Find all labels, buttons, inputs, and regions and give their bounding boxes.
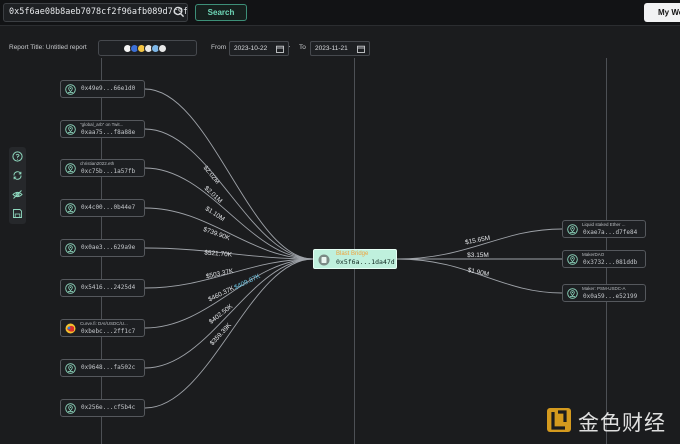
- address-node-in-8[interactable]: 0x9648...fa502c: [60, 359, 145, 377]
- address-icon: [65, 84, 76, 95]
- address-label: "global_arb" on Twit...: [80, 122, 124, 127]
- center-address-node[interactable]: Blast Bridge 0x5f6a...1da47d: [313, 249, 397, 269]
- center-node-label: Blast Bridge: [336, 251, 369, 257]
- curve-logo-icon: [65, 323, 76, 334]
- watermark: 金色财经: [544, 405, 674, 435]
- address-node-out-3[interactable]: Maker: PSM-USDC-A 0x0a59...e52199: [562, 284, 646, 302]
- address-icon: [65, 124, 76, 135]
- edge-amount-label: $3.15M: [467, 252, 489, 259]
- address-node-in-5[interactable]: 0x0ae3...629a9e: [60, 239, 145, 257]
- to-date-value: 2023-11-21: [315, 45, 348, 52]
- address-icon: [65, 163, 76, 174]
- save-icon[interactable]: [12, 208, 23, 219]
- address-value: 0x3732...081ddb: [583, 259, 638, 266]
- address-value: 0x0a59...e52199: [583, 293, 638, 300]
- search-icon[interactable]: [172, 5, 186, 19]
- address-icon: [65, 203, 76, 214]
- address-label: Liquid staked Ether ...: [582, 222, 626, 227]
- address-value: 0x49e9...66e1d0: [81, 85, 136, 92]
- address-label: Curve.fi: DAI/USDC/U...: [80, 321, 128, 326]
- search-button[interactable]: Search: [195, 4, 247, 21]
- address-label: christian2022.eth: [80, 161, 115, 166]
- top-bar: 0x5f6ae08b8aeb7078cf2f96afb089d7c9f51da4…: [0, 0, 680, 26]
- address-node-in-9[interactable]: 0x256e...cf5b4c: [60, 399, 145, 417]
- calendar-icon[interactable]: [357, 45, 365, 53]
- edge-amount-label: $2.01M: [203, 185, 224, 205]
- address-value: 0xae7a...d7fe84: [583, 229, 638, 236]
- my-workspace-button[interactable]: My Wo: [644, 3, 680, 22]
- address-icon: [567, 288, 578, 299]
- edge-amount-label: $739.90K: [202, 226, 231, 242]
- address-icon: [65, 243, 76, 254]
- flow-graph[interactable]: $2.02M $2.01M $1.10M $739.90K $521.70K $503.3…: [0, 0, 680, 444]
- address-value: 0xaa75...f8a88e: [81, 129, 136, 136]
- edge-amount-label: $503.37K: [205, 268, 234, 281]
- help-icon[interactable]: [12, 151, 23, 162]
- address-label: Maker: PSM-USDC-A: [582, 286, 626, 291]
- address-value: 0x4c00...0b44e7: [81, 204, 136, 211]
- address-node-in-6[interactable]: 0x5416...2425d4: [60, 279, 145, 297]
- to-label: To: [299, 44, 306, 51]
- address-value: 0x256e...cf5b4c: [81, 404, 136, 411]
- side-toolbar: [9, 147, 26, 224]
- inflow-edge[interactable]: [144, 258, 314, 409]
- address-icon: [567, 224, 578, 235]
- edge-amount-label: $521.70K: [204, 249, 233, 258]
- edge-amount-label: $2.02M: [202, 164, 221, 185]
- refresh-icon[interactable]: [12, 170, 23, 181]
- address-icon: [65, 363, 76, 374]
- address-value: 0x5416...2425d4: [81, 284, 136, 291]
- address-icon: [65, 403, 76, 414]
- edge-amount-label: $1.90M: [467, 267, 490, 278]
- address-icon: [65, 283, 76, 294]
- address-node-in-2[interactable]: "global_arb" on Twit... 0xaa75...f8a88e: [60, 120, 145, 138]
- from-date-input[interactable]: 2023-10-22: [229, 41, 289, 56]
- edge-amount-label: $1.10M: [204, 205, 226, 223]
- address-value: 0x0ae3...629a9e: [81, 244, 136, 251]
- address-node-out-2[interactable]: MakerDAO 0x3732...081ddb: [562, 250, 646, 268]
- inflow-edge[interactable]: [144, 167, 314, 260]
- watermark-text: 金色财经: [578, 411, 666, 435]
- address-node-in-4[interactable]: 0x4c00...0b44e7: [60, 199, 145, 217]
- edge-amount-label: $409.87K: [233, 273, 262, 292]
- calendar-icon[interactable]: [276, 45, 284, 53]
- address-value: 0x9648...fa502c: [81, 364, 136, 371]
- address-icon: [567, 254, 578, 265]
- from-label: From: [211, 44, 227, 51]
- address-node-in-7[interactable]: Curve.fi: DAI/USDC/U... 0xbebc...2ff1c7: [60, 319, 145, 337]
- edge-amount-label: $15.65M: [465, 235, 491, 247]
- to-date-input[interactable]: 2023-11-21: [310, 41, 370, 56]
- address-node-in-1[interactable]: 0x49e9...66e1d0: [60, 80, 145, 98]
- chain-select[interactable]: [98, 40, 290, 56]
- edge-amount-label: $460.37K: [207, 285, 236, 304]
- address-search-input[interactable]: 0x5f6ae08b8aeb7078cf2f96afb089d7c9f51da4…: [3, 3, 188, 22]
- center-node-address: 0x5f6a...1da47d: [336, 258, 395, 266]
- address-value: 0xc75b...1a57fb: [81, 168, 136, 175]
- watermark-logo-icon: [547, 408, 571, 432]
- chain-icon: [158, 44, 167, 53]
- contract-icon: [318, 254, 330, 266]
- address-value: 0xbebc...2ff1c7: [81, 328, 136, 335]
- report-title: Report Title: Untitled report: [9, 44, 87, 51]
- eye-off-icon[interactable]: [12, 189, 23, 200]
- address-label: MakerDAO: [582, 252, 605, 257]
- from-date-value: 2023-10-22: [234, 45, 268, 52]
- address-node-in-3[interactable]: christian2022.eth 0xc75b...1a57fb: [60, 159, 145, 177]
- address-node-out-1[interactable]: Liquid staked Ether ... 0xae7a...d7fe84: [562, 220, 646, 238]
